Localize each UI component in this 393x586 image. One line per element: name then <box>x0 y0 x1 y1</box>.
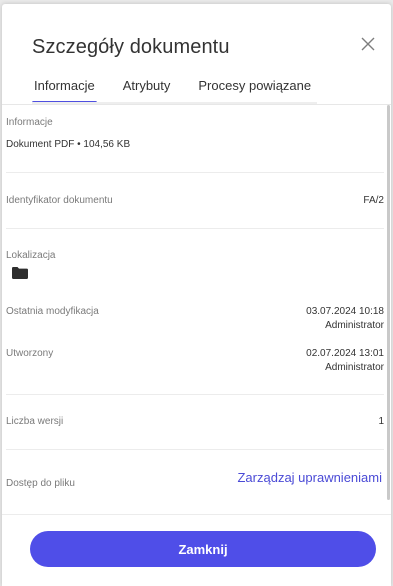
tab-informacje[interactable]: Informacje <box>20 68 109 104</box>
created-label: Utworzony <box>6 348 54 359</box>
version-count-value: 1 <box>378 416 384 427</box>
last-modified-by: Administrator <box>325 320 384 331</box>
last-modified-label: Ostatnia modyfikacja <box>6 306 99 317</box>
scrollbar[interactable] <box>387 105 390 500</box>
divider <box>6 172 384 173</box>
folder-icon[interactable] <box>12 267 28 279</box>
close-button[interactable]: Zamknij <box>30 531 376 567</box>
last-modified-date: 03.07.2024 10:18 <box>306 306 384 317</box>
divider <box>6 228 384 229</box>
document-details-dialog: Szczegóły dokumentu Informacje Atrybuty … <box>2 4 391 586</box>
info-section-label: Informacje <box>6 117 53 128</box>
info-panel: Informacje Dokument PDF • 104,56 KB Iden… <box>2 105 391 525</box>
tab-bar: Informacje Atrybuty Procesy powiązane <box>20 68 325 104</box>
created-by: Administrator <box>325 362 384 373</box>
created-date: 02.07.2024 13:01 <box>306 348 384 359</box>
location-label: Lokalizacja <box>6 250 56 261</box>
tab-atrybuty[interactable]: Atrybuty <box>109 68 185 102</box>
document-id-label: Identyfikator dokumentu <box>6 195 113 206</box>
file-access-label: Dostęp do pliku <box>6 478 75 489</box>
dialog-title: Szczegóły dokumentu <box>32 36 230 58</box>
divider <box>6 394 384 395</box>
file-summary: Dokument PDF • 104,56 KB <box>6 139 131 150</box>
manage-permissions-link[interactable]: Zarządzaj uprawnieniami <box>237 470 382 485</box>
tab-procesy-powiazane[interactable]: Procesy powiązane <box>184 68 325 102</box>
version-count-label: Liczba wersji <box>6 416 64 427</box>
footer-divider <box>2 514 391 515</box>
divider <box>6 449 384 450</box>
close-icon[interactable] <box>358 34 378 54</box>
document-id-value: FA/2 <box>363 195 384 206</box>
